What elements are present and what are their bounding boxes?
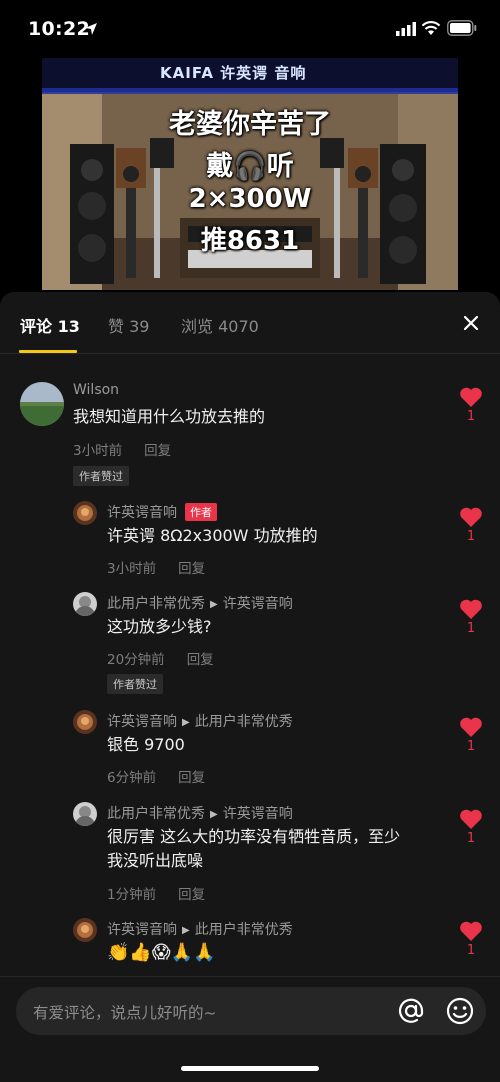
reply-to-name[interactable]: 此用户非常优秀 <box>195 714 293 730</box>
avatar[interactable] <box>73 802 97 826</box>
comment-author-name[interactable]: 此用户非常优秀 <box>107 806 205 822</box>
comment-time: 3小时前 <box>107 561 157 577</box>
avatar[interactable] <box>73 592 97 616</box>
like-count: 1 <box>466 943 476 958</box>
reply-button[interactable]: 回复 <box>187 652 214 668</box>
comment-username[interactable]: Wilson <box>73 382 119 398</box>
comment-item: 许英谔音响 作者 许英谔 8Ω2x300W 功放推的 3小时前 回复 1 <box>0 498 500 582</box>
comment-input-bar: 有爱评论，说点儿好听的~ <box>0 976 500 1082</box>
comment-meta: 3小时前 回复 <box>107 557 205 577</box>
reply-arrow-icon: ▶ <box>182 717 190 728</box>
emoji-icon[interactable] <box>444 995 476 1027</box>
comment-time: 1分钟前 <box>107 887 157 903</box>
heart-icon[interactable] <box>459 716 483 738</box>
wifi-icon <box>421 21 441 35</box>
comment-time: 3小时前 <box>73 443 123 459</box>
reply-button[interactable]: 回复 <box>178 561 205 577</box>
comment-text: 这功放多少钱? <box>107 617 212 636</box>
home-indicator[interactable] <box>181 1066 319 1071</box>
reply-arrow-icon: ▶ <box>210 599 218 610</box>
heart-icon[interactable] <box>459 598 483 620</box>
comment-meta: 20分钟前 回复 <box>107 648 214 668</box>
comment-username[interactable]: 许英谔音响 作者 <box>107 502 217 522</box>
reply-to-name[interactable]: 许英谔音响 <box>223 806 293 822</box>
like-count: 1 <box>466 409 476 424</box>
comment-author-name[interactable]: 许英谔音响 <box>107 505 177 521</box>
status-bar: 10:22 <box>0 0 500 58</box>
comment-item: 许英谔音响 ▶ 此用户非常优秀 👏👍😱🙏🙏 1 <box>0 916 500 976</box>
close-icon[interactable] <box>456 308 486 338</box>
video-brand-sign: KAIFA 许英谔 音响 <box>160 64 307 82</box>
comment-text: 银色 9700 <box>107 735 185 754</box>
heart-icon[interactable] <box>459 920 483 942</box>
heart-icon[interactable] <box>459 808 483 830</box>
status-time: 10:22 <box>28 18 90 40</box>
reply-to-name[interactable]: 许英谔音响 <box>223 596 293 612</box>
comment-username[interactable]: 许英谔音响 ▶ 此用户非常优秀 <box>107 919 293 939</box>
comment-item: 此用户非常优秀 ▶ 许英谔音响 这功放多少钱? 20分钟前 回复 作者赞过 1 <box>0 590 500 700</box>
battery-icon <box>447 20 477 36</box>
comments-panel: 评论 13 赞 39 浏览 4070 Wilson 我想知道用什么功放去推的 3… <box>0 292 500 1082</box>
reply-to-name[interactable]: 此用户非常优秀 <box>195 922 293 938</box>
comment-meta: 6分钟前 回复 <box>107 766 205 786</box>
tab-views[interactable]: 浏览 4070 <box>181 313 259 337</box>
reply-button[interactable]: 回复 <box>178 770 205 786</box>
tab-likes[interactable]: 赞 39 <box>108 313 149 337</box>
comment-item: 此用户非常优秀 ▶ 许英谔音响 很厉害 这么大的功率没有牺牲音质，至少 我没听出底噪… <box>0 800 500 910</box>
video-player[interactable]: KAIFA 许英谔 音响 老婆你辛苦了 戴🎧听 2×300W 推8631 <box>42 58 458 290</box>
comment-item: Wilson 我想知道用什么功放去推的 3小时前 回复 作者赞过 1 <box>0 376 500 486</box>
comment-username[interactable]: 此用户非常优秀 ▶ 许英谔音响 <box>107 803 293 823</box>
comment-meta: 3小时前 回复 <box>73 439 171 459</box>
video-caption-line-3: 2×300W <box>188 184 312 214</box>
comment-username[interactable]: 此用户非常优秀 ▶ 许英谔音响 <box>107 593 293 613</box>
author-liked-tag: 作者赞过 <box>107 674 163 694</box>
comment-text: 许英谔 8Ω2x300W 功放推的 <box>107 526 318 545</box>
comment-input-placeholder: 有爱评论，说点儿好听的~ <box>33 1004 217 1022</box>
video-caption-line-2: 戴🎧听 <box>206 151 294 182</box>
location-arrow-icon <box>85 23 97 35</box>
comment-author-name[interactable]: 此用户非常优秀 <box>107 596 205 612</box>
like-count: 1 <box>466 529 476 544</box>
comment-time: 6分钟前 <box>107 770 157 786</box>
avatar[interactable] <box>73 710 97 734</box>
author-liked-tag: 作者赞过 <box>73 466 129 486</box>
reply-arrow-icon: ▶ <box>182 925 190 936</box>
comment-text: 我想知道用什么功放去推的 <box>73 407 266 426</box>
like-count: 1 <box>466 739 476 754</box>
active-tab-indicator <box>19 350 77 353</box>
comment-input[interactable]: 有爱评论，说点儿好听的~ <box>16 987 486 1035</box>
heart-icon[interactable] <box>459 506 483 528</box>
video-caption-line-1: 老婆你辛苦了 <box>169 109 331 140</box>
like-count: 1 <box>466 621 476 636</box>
reply-arrow-icon: ▶ <box>210 809 218 820</box>
heart-icon[interactable] <box>459 386 483 408</box>
comment-text-line: 很厉害 这么大的功率没有牺牲音质，至少 <box>107 827 401 846</box>
reply-button[interactable]: 回复 <box>144 443 171 459</box>
mention-at-icon[interactable] <box>396 995 426 1027</box>
comment-item: 许英谔音响 ▶ 此用户非常优秀 银色 9700 6分钟前 回复 1 <box>0 708 500 792</box>
cellular-signal-icon <box>396 22 416 36</box>
comment-text: 很厉害 这么大的功率没有牺牲音质，至少 我没听出底噪 <box>107 825 452 873</box>
comment-author-name[interactable]: 许英谔音响 <box>107 714 177 730</box>
comment-meta: 1分钟前 回复 <box>107 883 205 903</box>
video-caption-line-4: 推8631 <box>200 226 300 256</box>
comments-tab-bar: 评论 13 赞 39 浏览 4070 <box>0 292 500 354</box>
comment-author-name[interactable]: 许英谔音响 <box>107 922 177 938</box>
tab-comments[interactable]: 评论 13 <box>20 313 80 337</box>
avatar[interactable] <box>20 382 64 426</box>
avatar[interactable] <box>73 918 97 942</box>
comment-username[interactable]: 许英谔音响 ▶ 此用户非常优秀 <box>107 711 293 731</box>
reply-button[interactable]: 回复 <box>178 887 205 903</box>
comment-time: 20分钟前 <box>107 652 165 668</box>
author-badge: 作者 <box>185 503 217 521</box>
comment-text-line: 我没听出底噪 <box>107 851 204 870</box>
avatar[interactable] <box>73 501 97 525</box>
comment-text: 👏👍😱🙏🙏 <box>107 942 216 963</box>
like-count: 1 <box>466 831 476 846</box>
